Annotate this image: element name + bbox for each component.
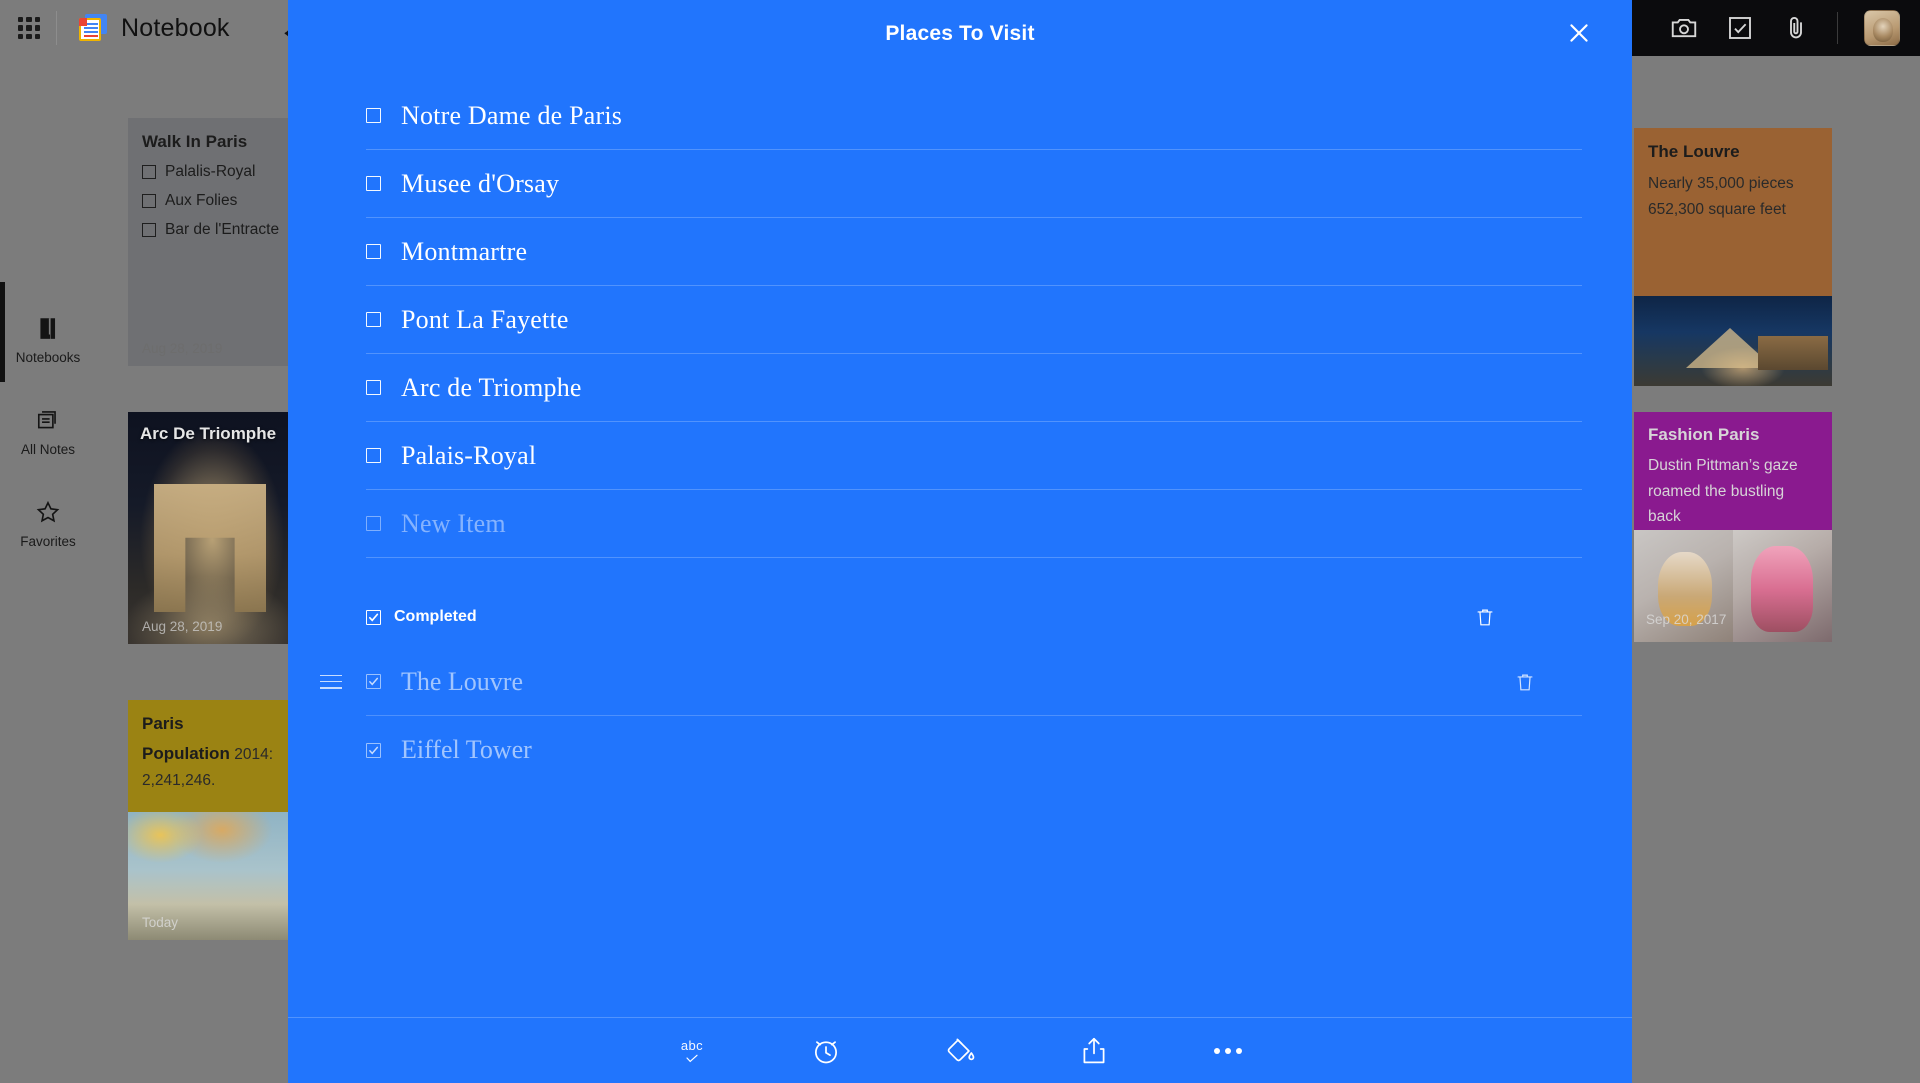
checkbox-icon [142,165,156,179]
note-card-date: Today [142,915,179,930]
completed-todo-item[interactable]: Eiffel Tower [366,716,1582,784]
note-card-text: Dustin Pittman’s gaze roamed the bustlin… [1648,457,1798,526]
completed-label: Completed [394,608,477,625]
sidebar-item-label: Notebooks [15,350,81,365]
note-card-text: Nearly 35,000 pieces 652,300 square feet [1648,175,1794,218]
note-card-item-label: Palalis-Royal [165,163,256,180]
todo-item-label: Notre Dame de Paris [401,100,623,130]
note-card-checklist-item: Aux Folies [142,192,276,210]
sidebar-item-label: Favorites [20,534,76,549]
checklist-icon[interactable] [1725,13,1755,43]
todo-item[interactable]: Notre Dame de Paris [366,82,1582,150]
checkbox-icon[interactable] [366,108,381,123]
checkbox-icon[interactable] [366,516,381,531]
more-icon[interactable] [1211,1034,1245,1068]
note-card-walk-in-paris[interactable]: Walk In Paris Palalis-Royal Aux Folies B… [128,118,290,366]
spellcheck-icon[interactable]: abc [675,1034,709,1068]
checkbox-checked-icon[interactable] [366,674,381,689]
alarm-clock-icon[interactable] [809,1034,843,1068]
note-card-date: Aug 28, 2019 [142,619,223,634]
sidebar-item-favorites[interactable]: Favorites [0,478,96,570]
toolbar-divider [56,11,57,45]
todo-item[interactable]: Palais-Royal [366,422,1582,490]
note-card-item-label: Bar de l'Entracte [165,221,280,238]
completed-todo-item[interactable]: The Louvre [320,648,1582,716]
modal-footer-toolbar: abc [288,1017,1632,1083]
sidebar-item-label: All Notes [20,442,76,457]
note-card-arc-de-triomphe[interactable]: Arc De Triomphe Aug 28, 2019 [128,412,290,644]
todo-item-label: Montmartre [401,236,528,266]
star-icon [35,499,61,525]
camera-icon[interactable] [1669,13,1699,43]
todo-item-label: Arc de Triomphe [401,372,582,402]
sidebar-item-notebooks[interactable]: Notebooks [0,282,96,386]
page-title: Places To Visit [885,22,1035,45]
note-card-paris[interactable]: Paris Population 2014: 2,241,246. Today [128,700,290,940]
apps-grid-icon[interactable] [16,15,42,41]
share-icon[interactable] [1077,1034,1111,1068]
completed-todo-label: Eiffel Tower [401,735,532,764]
note-card-the-louvre[interactable]: The Louvre Nearly 35,000 pieces 652,300 … [1634,128,1832,296]
new-item-input-row[interactable]: New Item [366,490,1582,558]
close-icon[interactable] [1562,16,1596,50]
todo-item-label: Pont La Fayette [401,304,569,334]
paperclip-icon[interactable] [1781,13,1811,43]
note-card-title: Paris [142,714,184,733]
app-root: Notebook ← [0,0,1920,1083]
checkbox-icon [142,194,156,208]
action-divider [1837,12,1838,44]
note-card-title: Fashion Paris [1648,425,1760,444]
spellcheck-label: abc [680,1038,704,1053]
paint-bucket-icon[interactable] [943,1034,977,1068]
note-card-checklist-item: Palalis-Royal [142,163,276,181]
note-card-fashion-paris[interactable]: Fashion Paris Dustin Pittman’s gaze roam… [1634,412,1832,530]
checkbox-icon[interactable] [366,244,381,259]
checkbox-checked-icon[interactable] [366,742,381,758]
new-item-placeholder: New Item [401,508,506,538]
notebook-logo-icon [79,14,109,42]
note-card-subtitle: Population [142,744,230,763]
sidebar-item-all-notes[interactable]: All Notes [0,386,96,478]
note-card-title: Arc De Triomphe [140,424,277,443]
trash-icon[interactable] [1474,605,1496,629]
todo-item[interactable]: Musee d'Orsay [366,150,1582,218]
app-title: Notebook [121,13,230,42]
checkbox-icon[interactable] [366,176,381,191]
modal-header: Places To Visit [288,0,1632,68]
notebook-icon [35,315,61,341]
todo-item[interactable]: Pont La Fayette [366,286,1582,354]
modal-body: Notre Dame de Paris Musee d'Orsay Montma… [288,68,1632,1017]
note-card-title: Walk In Paris [142,132,248,151]
avatar[interactable] [1864,10,1900,46]
completed-section-header: Completed [366,586,1582,648]
trash-icon[interactable] [1514,670,1536,694]
note-card-checklist-item: Bar de l'Entracte [142,221,280,239]
note-card-date: Aug 28, 2019 [142,341,223,356]
checkbox-icon [142,223,156,237]
note-card-louvre-photo [1634,296,1832,386]
checkbox-icon[interactable] [366,448,381,463]
todo-item-label: Palais-Royal [401,440,537,470]
checkbox-checked-icon [366,609,381,625]
note-card-title: The Louvre [1648,142,1740,161]
note-card-date: Sep 20, 2017 [1646,612,1727,627]
sidebar: Notebooks All Notes Favorites [0,56,96,1083]
todo-item[interactable]: Arc de Triomphe [366,354,1582,422]
checkbox-icon[interactable] [366,312,381,327]
checkbox-icon[interactable] [366,380,381,395]
checklist-modal: Places To Visit Notre Dame de Paris Muse… [288,0,1632,1083]
completed-todo-label: The Louvre [401,666,524,696]
top-bar-actions [1632,0,1920,56]
note-card-item-label: Aux Folies [165,192,238,209]
todo-item[interactable]: Montmartre [366,218,1582,286]
drag-handle-icon[interactable] [320,674,342,689]
todo-item-label: Musee d'Orsay [401,168,560,198]
notes-stack-icon [35,407,61,433]
